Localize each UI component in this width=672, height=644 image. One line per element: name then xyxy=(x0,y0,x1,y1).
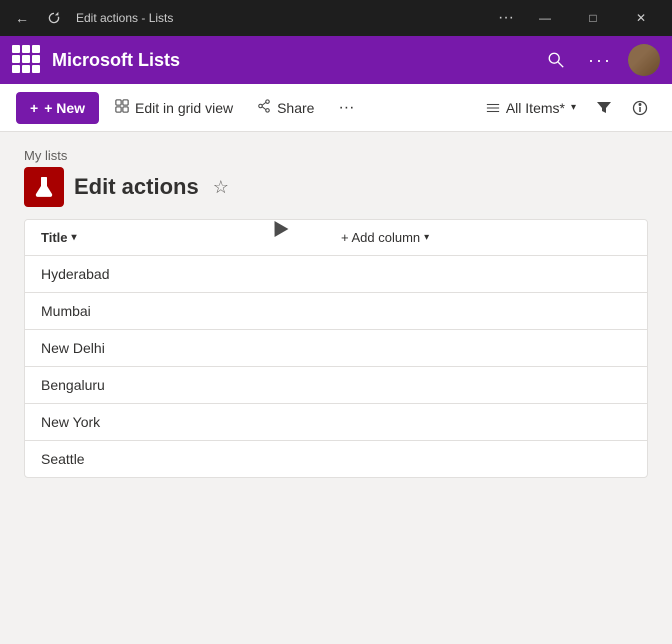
list-table-container: Title ▾ + Add column ▾ Hyderabad xyxy=(24,219,648,478)
page-content: My lists Edit actions ☆ Title ▾ xyxy=(0,132,672,478)
row-extra xyxy=(325,441,647,478)
favorite-star-icon[interactable]: ☆ xyxy=(213,177,229,198)
title-column-header[interactable]: Title ▾ xyxy=(25,220,325,256)
back-button[interactable]: ← xyxy=(8,4,36,32)
add-column-header[interactable]: + Add column ▾ xyxy=(325,220,647,256)
row-title: New Delhi xyxy=(25,330,325,367)
minimize-button[interactable]: — xyxy=(522,0,568,36)
search-icon[interactable] xyxy=(540,44,572,76)
cmd-right: All Items* ▾ xyxy=(478,92,656,124)
add-column-chevron-icon: ▾ xyxy=(424,232,429,243)
add-column-label: + Add column xyxy=(341,230,420,245)
info-button[interactable] xyxy=(624,92,656,124)
app-header-right: ··· xyxy=(540,44,660,76)
app-header-left: Microsoft Lists xyxy=(12,45,180,75)
edit-in-grid-view-label: Edit in grid view xyxy=(135,100,233,116)
close-button[interactable]: ✕ xyxy=(618,0,664,36)
app-name: Microsoft Lists xyxy=(52,50,180,71)
window-title: Edit actions - Lists xyxy=(76,11,173,25)
command-bar: + + New Edit in grid view Share ··· xyxy=(0,84,672,132)
list-icon xyxy=(24,167,64,207)
row-extra xyxy=(325,330,647,367)
list-table-body: Hyderabad Mumbai New Delhi Bengaluru New… xyxy=(25,256,647,478)
more-commands-button[interactable]: ··· xyxy=(330,92,362,124)
title-bar-left: ← Edit actions - Lists xyxy=(8,4,173,32)
table-row[interactable]: Seattle xyxy=(25,441,647,478)
list-table: Title ▾ + Add column ▾ Hyderabad xyxy=(25,220,647,477)
table-row[interactable]: Bengaluru xyxy=(25,367,647,404)
grid-icon xyxy=(115,99,129,116)
table-header-row: Title ▾ + Add column ▾ xyxy=(25,220,647,256)
table-row[interactable]: Hyderabad xyxy=(25,256,647,293)
share-button[interactable]: Share xyxy=(249,92,322,124)
row-title: Seattle xyxy=(25,441,325,478)
sort-icon: ▾ xyxy=(72,232,77,243)
maximize-button[interactable]: □ xyxy=(570,0,616,36)
row-extra xyxy=(325,367,647,404)
app-grid-icon[interactable] xyxy=(12,45,42,75)
avatar[interactable] xyxy=(628,44,660,76)
more-button[interactable]: ··· xyxy=(492,4,520,32)
row-extra xyxy=(325,404,647,441)
row-extra xyxy=(325,256,647,293)
window-controls: ··· — □ ✕ xyxy=(492,0,664,36)
page-title: Edit actions xyxy=(74,174,199,200)
row-title: Bengaluru xyxy=(25,367,325,404)
edit-in-grid-view-button[interactable]: Edit in grid view xyxy=(107,92,241,124)
table-row[interactable]: New Delhi xyxy=(25,330,647,367)
row-extra xyxy=(325,293,647,330)
breadcrumb-text: My lists xyxy=(24,148,67,163)
plus-icon: + xyxy=(30,100,38,116)
row-title: New York xyxy=(25,404,325,441)
filter-button[interactable] xyxy=(588,92,620,124)
share-label: Share xyxy=(277,100,314,116)
more-options-icon[interactable]: ··· xyxy=(584,44,616,76)
row-title: Mumbai xyxy=(25,293,325,330)
share-icon xyxy=(257,99,271,116)
row-title: Hyderabad xyxy=(25,256,325,293)
new-label: + New xyxy=(44,100,85,116)
new-button[interactable]: + + New xyxy=(16,92,99,124)
table-row[interactable]: Mumbai xyxy=(25,293,647,330)
chevron-down-icon: ▾ xyxy=(571,102,576,113)
refresh-button[interactable] xyxy=(40,4,68,32)
app-header: Microsoft Lists ··· xyxy=(0,36,672,84)
title-bar: ← Edit actions - Lists ··· — □ ✕ xyxy=(0,0,672,36)
page-title-row: Edit actions ☆ xyxy=(24,167,648,207)
nav-buttons: ← xyxy=(8,4,68,32)
title-header-label: Title xyxy=(41,230,68,245)
breadcrumb: My lists xyxy=(24,148,648,163)
view-selector[interactable]: All Items* ▾ xyxy=(478,92,584,124)
table-row[interactable]: New York xyxy=(25,404,647,441)
view-label: All Items* xyxy=(506,100,565,116)
